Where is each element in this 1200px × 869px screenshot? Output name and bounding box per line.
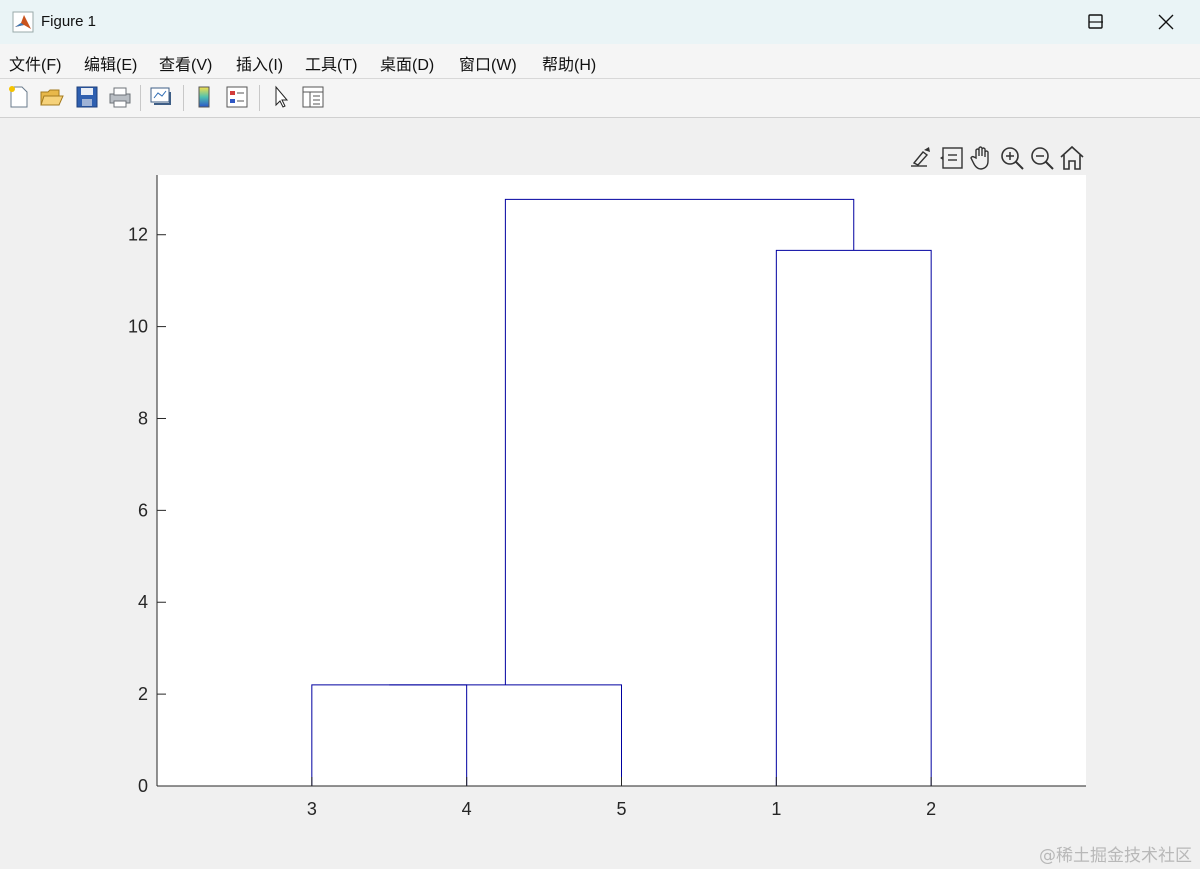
y-tick-label: 6 [138, 500, 148, 520]
datatip-icon[interactable] [938, 144, 966, 172]
y-tick-label: 8 [138, 408, 148, 428]
dendrogram-link-1 [311, 684, 468, 786]
menu-help[interactable]: 帮助(H) [542, 51, 596, 75]
edit-plot-icon[interactable] [268, 84, 294, 110]
menu-insert[interactable]: 插入(I) [236, 51, 283, 75]
y-tick-label: 0 [138, 776, 148, 796]
print-icon[interactable] [107, 84, 133, 110]
legend-icon[interactable] [224, 84, 250, 110]
menu-tools[interactable]: 工具(T) [305, 51, 357, 75]
close-button[interactable] [1130, 0, 1200, 44]
x-tick-label: 5 [616, 799, 626, 819]
x-tick-label: 3 [307, 799, 317, 819]
x-tick-label: 2 [926, 799, 936, 819]
home-icon[interactable] [1058, 144, 1086, 172]
zoom-in-icon[interactable] [998, 144, 1026, 172]
matlab-logo-icon [12, 11, 34, 33]
y-tick-label: 2 [138, 684, 148, 704]
dendrogram-link-4 [504, 198, 855, 685]
dendrogram-plot: 0246810123 4 5 1 2 [128, 175, 1086, 819]
dendrogram-link-2 [389, 684, 622, 786]
x-tick-label: 1 [771, 799, 781, 819]
window-title: Figure 1 [41, 13, 97, 30]
menu-window[interactable]: 窗口(W) [459, 51, 517, 75]
figure-toolbar [0, 79, 1200, 118]
colorbar-icon[interactable] [191, 84, 217, 110]
menu-edit[interactable]: 编辑(E) [84, 51, 137, 75]
open-file-icon[interactable] [39, 84, 65, 110]
menu-view[interactable]: 查看(V) [159, 51, 212, 75]
y-tick-label: 12 [128, 225, 148, 245]
toolbar-separator [259, 85, 260, 111]
axes-background [157, 175, 1086, 786]
menu-bar: 文件(F) 编辑(E) 查看(V) 插入(I) 工具(T) 桌面(D) 窗口(W… [0, 44, 1200, 108]
maximize-button[interactable] [1066, 0, 1126, 44]
title-bar: Figure 1 [0, 0, 1200, 45]
menu-file[interactable]: 文件(F) [9, 51, 61, 75]
y-tick-label: 4 [138, 592, 148, 612]
y-tick-label: 10 [128, 317, 148, 337]
axes-toolbar [905, 144, 1091, 174]
property-inspector-icon[interactable] [300, 84, 326, 110]
save-icon[interactable] [74, 84, 100, 110]
zoom-out-icon[interactable] [1028, 144, 1056, 172]
brush-icon[interactable] [907, 144, 935, 172]
pan-hand-icon[interactable] [968, 144, 996, 172]
toolbar-separator [183, 85, 184, 111]
new-figure-icon[interactable] [6, 84, 32, 110]
x-tick-label: 4 [462, 799, 472, 819]
toolbar-separator [140, 85, 141, 111]
dendrogram-link-3 [775, 249, 932, 786]
link-plot-icon[interactable] [148, 84, 174, 110]
watermark-text: @稀土掘金技术社区 [1039, 846, 1192, 866]
menu-desktop[interactable]: 桌面(D) [380, 51, 434, 75]
